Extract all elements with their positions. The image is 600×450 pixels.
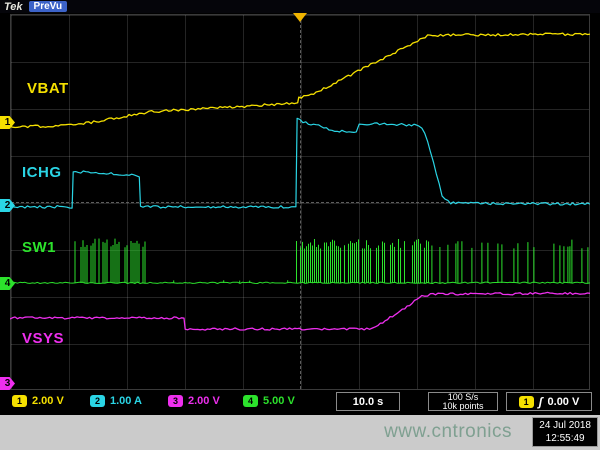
- ch1-scale-value: 2.00 V: [32, 395, 64, 407]
- bottom-strip: www.cntronics 24 Jul 2018 12:55:49: [0, 415, 600, 450]
- oscilloscope-screen: Tek PreVu VBAT ICHG SW1 VSYS 1 2 4 3 1 2…: [0, 0, 600, 450]
- record-length-value: 10k points: [442, 402, 483, 411]
- trigger-position-marker: [293, 13, 307, 22]
- ch3-scale-readout: 3 2.00 V: [168, 395, 220, 407]
- watermark-text: www.cntronics: [384, 421, 512, 443]
- trace-label-ichg: ICHG: [22, 164, 62, 181]
- ch1-scale-readout: 1 2.00 V: [12, 395, 64, 407]
- tek-logo: Tek: [4, 1, 23, 13]
- trace-label-vsys: VSYS: [22, 330, 64, 347]
- date-value: 24 Jul 2018: [539, 419, 591, 432]
- timebase-value: 10.0 s: [353, 396, 384, 408]
- status-bar: 1 2.00 V 2 1.00 A 3 2.00 V 4 5.00 V 10.0…: [0, 390, 600, 415]
- timebase-box: 10.0 s: [336, 392, 400, 411]
- ch4-scale-readout: 4 5.00 V: [243, 395, 295, 407]
- ch1-badge: 1: [12, 395, 27, 407]
- ch4-badge: 4: [243, 395, 258, 407]
- datetime-box: 24 Jul 2018 12:55:49: [532, 417, 598, 447]
- time-value: 12:55:49: [539, 432, 591, 445]
- acquisition-mode-badge: PreVu: [29, 1, 68, 12]
- ch3-badge: 3: [168, 395, 183, 407]
- ch2-scale-readout: 2 1.00 A: [90, 395, 142, 407]
- acquisition-box: 100 S/s 10k points: [428, 392, 498, 411]
- trigger-slope-icon: ʃ: [539, 395, 543, 409]
- graticule: [10, 14, 590, 390]
- trace-label-sw1: SW1: [22, 239, 56, 256]
- trace-label-vbat: VBAT: [27, 80, 69, 97]
- ch4-scale-value: 5.00 V: [263, 395, 295, 407]
- ch2-badge: 2: [90, 395, 105, 407]
- ch3-scale-value: 2.00 V: [188, 395, 220, 407]
- trigger-box: 1 ʃ 0.00 V: [506, 392, 592, 411]
- trigger-source-badge: 1: [519, 396, 534, 408]
- top-bar: Tek PreVu: [0, 0, 600, 13]
- ch2-scale-value: 1.00 A: [110, 395, 142, 407]
- trigger-level-value: 0.00 V: [548, 396, 580, 408]
- center-horizontal-gridline: [11, 202, 589, 203]
